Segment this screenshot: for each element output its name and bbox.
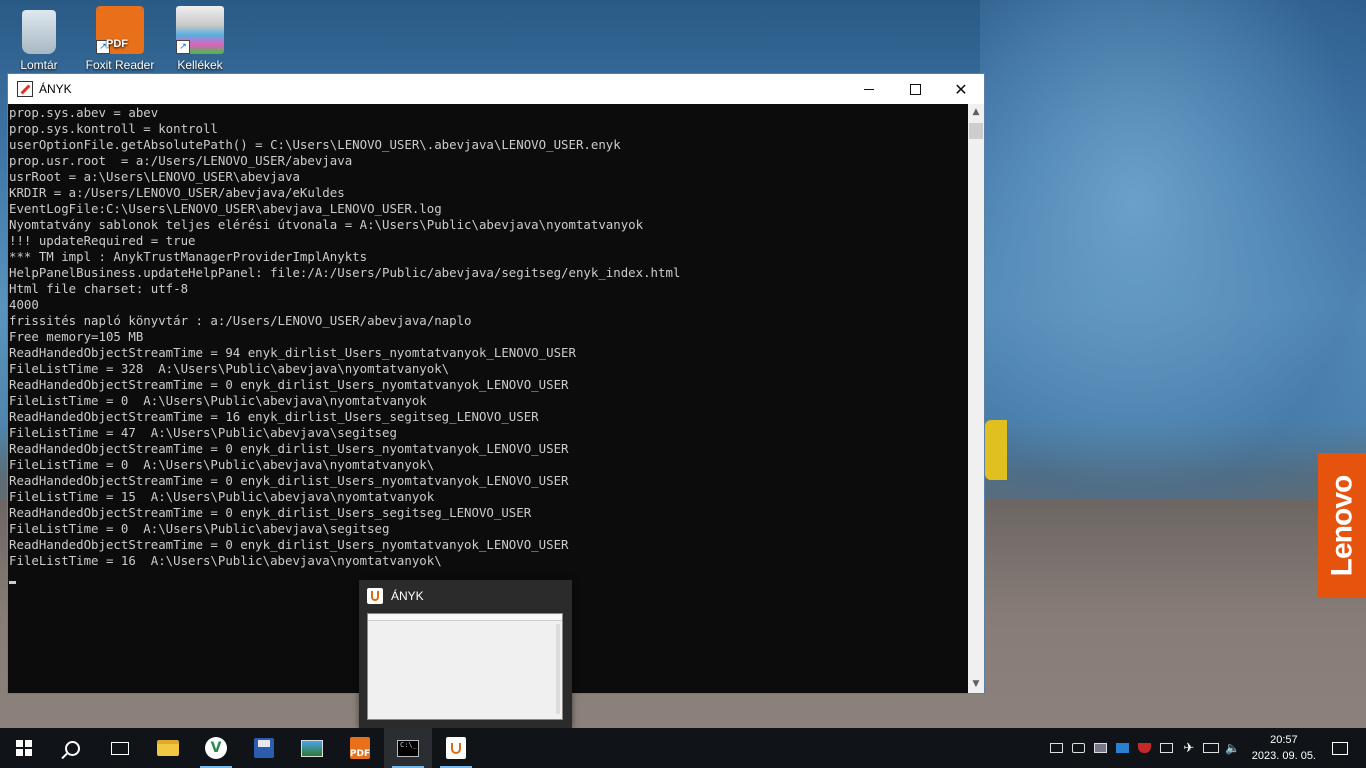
taskbar-app-save[interactable] bbox=[240, 728, 288, 768]
floppy-icon bbox=[254, 738, 274, 758]
taskbar-app-command-prompt[interactable]: C:\_ bbox=[384, 728, 432, 768]
system-tray: ✈ 🔈 20:57 2023. 09. 05. bbox=[1046, 728, 1366, 768]
console-line: !!! updateRequired = true bbox=[9, 233, 196, 248]
lenovo-logo: Lenovo bbox=[1318, 453, 1366, 598]
console-line: FileListTime = 0 A:\Users\Public\abevjav… bbox=[9, 521, 390, 536]
console-line: FileListTime = 15 A:\Users\Public\abevja… bbox=[9, 489, 435, 504]
console-line: ReadHandedObjectStreamTime = 0 enyk_dirl… bbox=[9, 505, 532, 520]
maximize-button[interactable] bbox=[892, 74, 938, 104]
search-button[interactable] bbox=[48, 728, 96, 768]
console-line: FileListTime = 47 A:\Users\Public\abevja… bbox=[9, 425, 397, 440]
console-line: prop.usr.root = a:/Users/LENOVO_USER/abe… bbox=[9, 153, 353, 168]
console-line: EventLogFile:C:\Users\LENOVO_USER\abevja… bbox=[9, 201, 442, 216]
tray-battery-icon[interactable] bbox=[1201, 728, 1221, 768]
console-line: userOptionFile.getAbsolutePath() = C:\Us… bbox=[9, 137, 621, 152]
console-line: ReadHandedObjectStreamTime = 0 enyk_dirl… bbox=[9, 473, 569, 488]
cmd-icon: C:\_ bbox=[397, 739, 419, 757]
recycle-bin-icon bbox=[22, 10, 56, 54]
console-line: FileListTime = 328 A:\Users\Public\abevj… bbox=[9, 361, 450, 376]
taskbar-app-java-anyk[interactable] bbox=[432, 728, 480, 768]
clock-time: 20:57 bbox=[1270, 734, 1298, 746]
shortcut-arrow-icon: ↗ bbox=[96, 40, 110, 54]
console-line: HelpPanelBusiness.updateHelpPanel: file:… bbox=[9, 265, 681, 280]
window-title: ÁNYK bbox=[39, 82, 72, 96]
tray-app-icon[interactable] bbox=[1113, 728, 1133, 768]
notification-center-icon[interactable] bbox=[1332, 741, 1348, 755]
console-line: ReadHandedObjectStreamTime = 0 enyk_dirl… bbox=[9, 441, 569, 456]
windows-logo-icon bbox=[16, 740, 32, 756]
v-app-icon: V bbox=[205, 737, 227, 759]
start-button[interactable] bbox=[0, 728, 48, 768]
foxit-reader-icon: ↗ bbox=[96, 6, 144, 54]
lenovo-logo-text: Lenovo bbox=[1325, 475, 1359, 576]
clock-date: 2023. 09. 05. bbox=[1251, 750, 1316, 762]
desktop-icon-label: Foxit Reader bbox=[85, 58, 155, 72]
desktop-icon-recycle-bin[interactable]: Lomtár bbox=[0, 6, 78, 72]
tray-usb-icon[interactable] bbox=[1069, 728, 1089, 768]
window-titlebar[interactable]: ÁNYK ✕ bbox=[8, 74, 984, 104]
java-icon bbox=[367, 588, 383, 604]
java-icon bbox=[446, 737, 466, 759]
scroll-up-arrow-icon[interactable]: ▲ bbox=[968, 104, 984, 121]
console-line: FileListTime = 0 A:\Users\Public\abevjav… bbox=[9, 393, 427, 408]
tray-monitor-icon[interactable] bbox=[1091, 728, 1111, 768]
taskbar: V PDF C:\_ ✈ 🔈 20:57 2023. 09. 05. bbox=[0, 728, 1366, 768]
preview-window-thumbnail[interactable] bbox=[367, 613, 563, 720]
console-line: FileListTime = 0 A:\Users\Public\abevjav… bbox=[9, 457, 435, 472]
taskbar-app-file-explorer[interactable] bbox=[144, 728, 192, 768]
console-line: KRDIR = a:/Users/LENOVO_USER/abevjava/eK… bbox=[9, 185, 345, 200]
console-line: prop.sys.kontroll = kontroll bbox=[9, 121, 218, 136]
desktop-icon-label: Kellékek bbox=[177, 58, 223, 72]
scrollbar-thumb[interactable] bbox=[969, 123, 983, 139]
wallpaper-wall bbox=[980, 0, 1366, 500]
tray-security-icon[interactable] bbox=[1135, 728, 1155, 768]
preview-title: ÁNYK bbox=[391, 589, 424, 603]
desktop-icon-kellekek[interactable]: ↗ Kellékek bbox=[161, 6, 239, 72]
console-line: 4000 bbox=[9, 297, 39, 312]
preview-titlebar: ÁNYK bbox=[359, 580, 572, 612]
console-line: Html file charset: utf-8 bbox=[9, 281, 189, 296]
console-line: Nyomtatvány sablonok teljes elérési útvo… bbox=[9, 217, 644, 232]
taskbar-app-photos[interactable] bbox=[288, 728, 336, 768]
task-view-icon bbox=[111, 741, 129, 755]
desktop-icon-foxit-reader[interactable]: ↗ Foxit Reader bbox=[81, 6, 159, 72]
minimize-button[interactable] bbox=[846, 74, 892, 104]
close-button[interactable]: ✕ bbox=[938, 74, 984, 104]
tray-volume-icon[interactable]: 🔈 bbox=[1223, 728, 1243, 768]
console-line: ReadHandedObjectStreamTime = 0 enyk_dirl… bbox=[9, 537, 569, 552]
kellekek-icon: ↗ bbox=[176, 6, 224, 54]
vertical-scrollbar[interactable]: ▲ ▼ bbox=[968, 104, 984, 693]
console-line: ReadHandedObjectStreamTime = 0 enyk_dirl… bbox=[9, 377, 569, 392]
console-line: usrRoot = a:\Users\LENOVO_USER\abevjava bbox=[9, 169, 300, 184]
console-line: *** TM impl : AnykTrustManagerProviderIm… bbox=[9, 249, 368, 264]
preview-thumbnail-scrollbar bbox=[556, 624, 560, 714]
console-line: ReadHandedObjectStreamTime = 16 enyk_dir… bbox=[9, 409, 539, 424]
taskbar-clock[interactable]: 20:57 2023. 09. 05. bbox=[1252, 732, 1316, 764]
scroll-down-arrow-icon[interactable]: ▼ bbox=[968, 676, 984, 693]
tray-network-drive-icon[interactable] bbox=[1047, 728, 1067, 768]
console-line: frissités napló könyvtár : a:/Users/LENO… bbox=[9, 313, 472, 328]
console-line: Free memory=105 MB bbox=[9, 329, 144, 344]
console-line: FileListTime = 16 A:\Users\Public\abevja… bbox=[9, 553, 442, 568]
search-icon bbox=[64, 740, 80, 756]
console-line: prop.sys.abev = abev bbox=[9, 105, 159, 120]
folder-icon bbox=[157, 740, 179, 756]
desktop-icon-label: Lomtár bbox=[20, 58, 58, 72]
tray-book-icon[interactable] bbox=[1157, 728, 1177, 768]
console-line: ReadHandedObjectStreamTime = 94 enyk_dir… bbox=[9, 345, 576, 360]
foxit-icon: PDF bbox=[350, 737, 370, 759]
photos-icon bbox=[301, 739, 323, 757]
shortcut-arrow-icon: ↗ bbox=[176, 40, 190, 54]
taskbar-app-v-app[interactable]: V bbox=[192, 728, 240, 768]
preview-thumbnail-toolbar bbox=[368, 614, 562, 621]
taskbar-thumbnail-preview[interactable]: ÁNYK bbox=[359, 580, 572, 728]
anyk-app-icon bbox=[17, 81, 33, 97]
task-view-button[interactable] bbox=[96, 728, 144, 768]
tray-airplane-icon[interactable]: ✈ bbox=[1179, 728, 1199, 768]
taskbar-app-foxit[interactable]: PDF bbox=[336, 728, 384, 768]
wallpaper-object bbox=[985, 420, 1007, 480]
